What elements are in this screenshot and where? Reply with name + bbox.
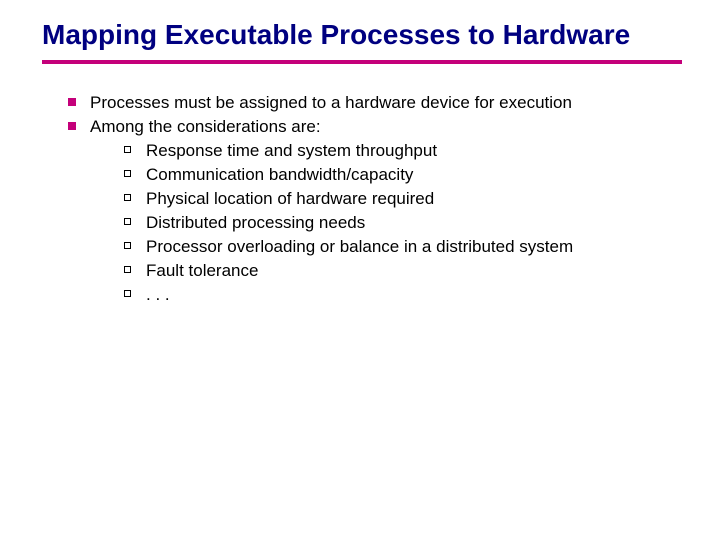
list-item: . . . — [122, 284, 690, 306]
bullet-text: Processes must be assigned to a hardware… — [90, 93, 572, 112]
list-item: Processor overloading or balance in a di… — [122, 236, 690, 258]
bullet-text: Fault tolerance — [146, 261, 258, 280]
bullet-list-level1: Processes must be assigned to a hardware… — [64, 92, 690, 307]
bullet-text: . . . — [146, 285, 170, 304]
list-item: Physical location of hardware required — [122, 188, 690, 210]
list-item: Processes must be assigned to a hardware… — [64, 92, 690, 114]
slide-title: Mapping Executable Processes to Hardware — [42, 18, 690, 52]
slide: Mapping Executable Processes to Hardware… — [0, 0, 720, 540]
bullet-text: Physical location of hardware required — [146, 189, 434, 208]
bullet-text: Communication bandwidth/capacity — [146, 165, 413, 184]
bullet-text: Distributed processing needs — [146, 213, 365, 232]
list-item: Distributed processing needs — [122, 212, 690, 234]
bullet-list-level2: Response time and system throughput Comm… — [122, 140, 690, 307]
list-item: Response time and system throughput — [122, 140, 690, 162]
title-underline — [42, 60, 682, 64]
bullet-text: Processor overloading or balance in a di… — [146, 237, 573, 256]
list-item: Fault tolerance — [122, 260, 690, 282]
bullet-text: Among the considerations are: — [90, 117, 321, 136]
list-item: Communication bandwidth/capacity — [122, 164, 690, 186]
list-item: Among the considerations are: Response t… — [64, 116, 690, 307]
bullet-text: Response time and system throughput — [146, 141, 437, 160]
